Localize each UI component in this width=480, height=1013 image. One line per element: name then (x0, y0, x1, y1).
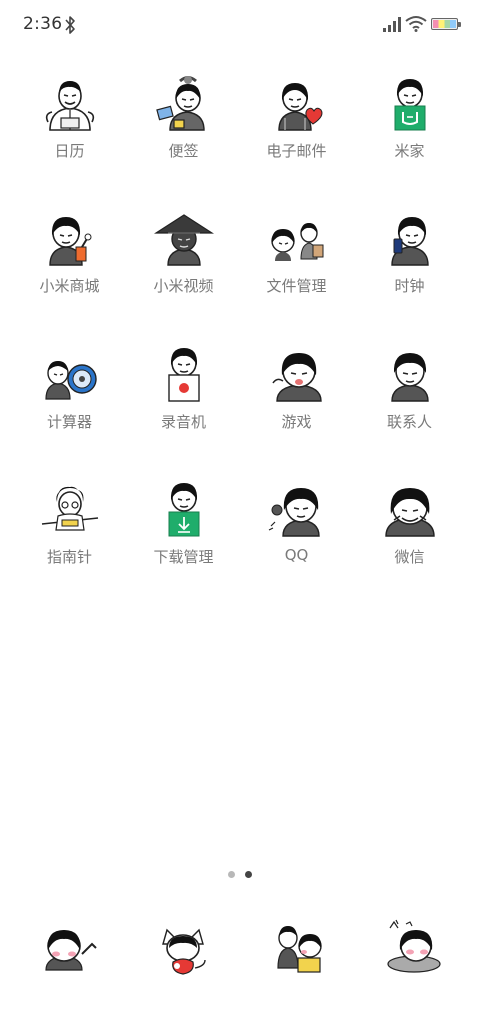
app-label: 指南针 (46, 548, 92, 566)
app-calendar[interactable]: 日历 (13, 74, 126, 161)
file-manager-app-icon (270, 223, 323, 261)
app-label: QQ (284, 546, 309, 564)
status-time: 2:36 (23, 14, 63, 34)
calendar-app-icon (45, 81, 94, 131)
mijia-app-icon (394, 79, 425, 131)
app-label: 文件管理 (266, 277, 327, 295)
cat-dock-icon[interactable] (155, 922, 211, 976)
qq-app-icon (268, 488, 320, 537)
page-dot-active[interactable] (245, 871, 252, 878)
app-games[interactable]: 游戏 (240, 345, 353, 432)
mi-store-app-icon (48, 217, 91, 266)
app-label: 时钟 (394, 277, 425, 295)
compass-app-icon (41, 486, 98, 531)
messages-dock-icon[interactable] (270, 920, 330, 974)
camera-dock-icon[interactable] (384, 918, 444, 974)
app-label: 联系人 (386, 413, 432, 431)
app-clock[interactable]: 时钟 (353, 209, 466, 296)
app-qq[interactable]: QQ (240, 480, 353, 564)
app-label: 米家 (394, 142, 425, 160)
app-label: 便签 (168, 142, 199, 160)
signal-icon (383, 17, 401, 32)
status-bar: 2:36 (0, 0, 480, 52)
app-wechat[interactable]: 微信 (353, 480, 466, 567)
bluetooth-icon (65, 16, 75, 34)
email-app-icon (277, 83, 322, 131)
downloads-app-icon (168, 483, 199, 537)
app-calculator[interactable]: 计算器 (13, 345, 126, 432)
app-downloads[interactable]: 下载管理 (127, 480, 240, 567)
app-compass[interactable]: 指南针 (13, 480, 126, 567)
games-app-icon (271, 353, 322, 402)
app-recorder[interactable]: 录音机 (127, 345, 240, 432)
app-label: 小米视频 (153, 277, 214, 295)
app-label: 电子邮件 (266, 142, 327, 160)
app-mi-store[interactable]: 小米商城 (13, 209, 126, 296)
app-mi-video[interactable]: 小米视频 (127, 209, 240, 296)
recorder-app-icon (167, 348, 200, 402)
wechat-app-icon (384, 488, 435, 537)
clock-app-icon (390, 217, 429, 266)
wifi-icon (405, 16, 427, 32)
page-indicator[interactable] (0, 871, 480, 881)
app-label: 录音机 (160, 413, 206, 431)
app-email[interactable]: 电子邮件 (240, 74, 353, 161)
app-label: 计算器 (46, 413, 92, 431)
app-notes[interactable]: 便签 (127, 74, 240, 161)
phone-dock-icon[interactable] (40, 920, 100, 974)
battery-tip (458, 22, 461, 27)
battery-icon (431, 18, 458, 30)
calculator-app-icon (44, 361, 97, 400)
app-file-manager[interactable]: 文件管理 (240, 209, 353, 296)
app-contacts[interactable]: 联系人 (353, 345, 466, 432)
notes-app-icon (155, 76, 205, 131)
app-label: 日历 (54, 142, 85, 160)
page-dot-inactive[interactable] (228, 871, 235, 878)
app-label: 小米商城 (39, 277, 100, 295)
app-label: 微信 (394, 548, 425, 566)
app-mijia[interactable]: 米家 (353, 74, 466, 161)
mi-video-app-icon (153, 214, 214, 266)
app-label: 下载管理 (153, 548, 214, 566)
app-label: 游戏 (281, 413, 312, 431)
contacts-app-icon (390, 353, 429, 402)
